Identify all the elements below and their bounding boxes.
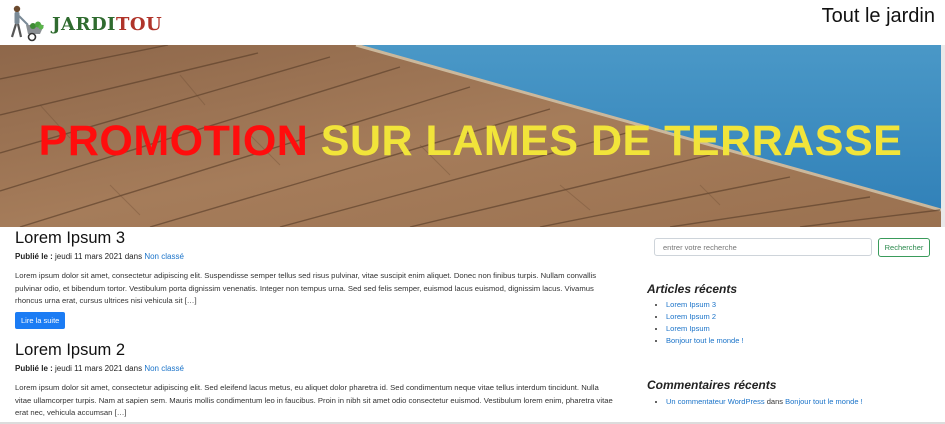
site-logo[interactable]: JARDITOU	[6, 3, 162, 43]
recent-article-link[interactable]: Bonjour tout le monde !	[666, 336, 744, 345]
post-title[interactable]: Lorem Ipsum 3	[15, 229, 615, 248]
list-item: Lorem Ipsum	[666, 323, 744, 335]
comment-post-link[interactable]: Bonjour tout le monde !	[785, 397, 863, 406]
post-title[interactable]: Lorem Ipsum 2	[15, 341, 615, 360]
logo-text-part2: TOU	[115, 14, 163, 35]
vertical-scrollbar[interactable]	[941, 45, 945, 227]
read-more-button[interactable]: Lire la suite	[15, 311, 66, 329]
post-category-link[interactable]: Non classé	[144, 364, 184, 373]
post-date: jeudi 11 mars 2021	[55, 364, 123, 373]
logo-text-part1: JARDI	[52, 14, 116, 35]
logo-wordmark: JARDITOU	[52, 14, 162, 35]
list-item: Un commentateur WordPress dans Bonjour t…	[666, 396, 863, 408]
recent-articles-list: Lorem Ipsum 3 Lorem Ipsum 2 Lorem Ipsum …	[654, 299, 744, 347]
hero-banner: PROMOTION SUR LAMES DE TERRASSE	[0, 45, 941, 227]
post-category-link[interactable]: Non classé	[144, 252, 184, 261]
post-card: Lorem Ipsum 2 Publié le : jeudi 11 mars …	[15, 341, 615, 420]
post-date: jeudi 11 mars 2021	[55, 252, 123, 261]
comment-in-label: dans	[766, 397, 784, 406]
comment-author-link[interactable]: Un commentateur WordPress	[666, 397, 765, 406]
list-item: Bonjour tout le monde !	[666, 335, 744, 347]
published-label: Publié le :	[15, 252, 53, 261]
search-button[interactable]: Rechercher	[878, 238, 930, 257]
recent-article-link[interactable]: Lorem Ipsum 2	[666, 312, 716, 321]
search-input[interactable]: entrer votre recherche	[654, 238, 872, 256]
post-meta: Publié le : jeudi 11 mars 2021 dans Non …	[15, 364, 615, 373]
list-item: Lorem Ipsum 2	[666, 311, 744, 323]
list-item: Lorem Ipsum 3	[666, 299, 744, 311]
in-label: dans	[124, 364, 143, 373]
hero-headline: PROMOTION SUR LAMES DE TERRASSE	[0, 117, 941, 166]
post-meta: Publié le : jeudi 11 mars 2021 dans Non …	[15, 252, 615, 261]
post-card: Lorem Ipsum 3 Publié le : jeudi 11 mars …	[15, 229, 615, 329]
hero-headline-yellow: SUR LAMES DE TERRASSE	[320, 117, 903, 165]
recent-articles-title: Articles récents	[647, 282, 738, 296]
site-title[interactable]: Tout le jardin	[822, 5, 935, 28]
gardener-wheelbarrow-icon	[10, 5, 44, 42]
post-excerpt: Lorem ipsum dolor sit amet, consectetur …	[15, 271, 597, 306]
published-label: Publié le :	[15, 364, 53, 373]
in-label: dans	[124, 252, 143, 261]
recent-comments-title: Commentaires récents	[647, 378, 777, 392]
recent-comments-list: Un commentateur WordPress dans Bonjour t…	[654, 396, 863, 408]
site-header: JARDITOU Tout le jardin	[0, 0, 945, 45]
recent-article-link[interactable]: Lorem Ipsum	[666, 324, 710, 333]
recent-article-link[interactable]: Lorem Ipsum 3	[666, 300, 716, 309]
hero-headline-red: PROMOTION	[38, 117, 309, 165]
post-excerpt: Lorem ipsum dolor sit amet, consectetur …	[15, 383, 613, 418]
